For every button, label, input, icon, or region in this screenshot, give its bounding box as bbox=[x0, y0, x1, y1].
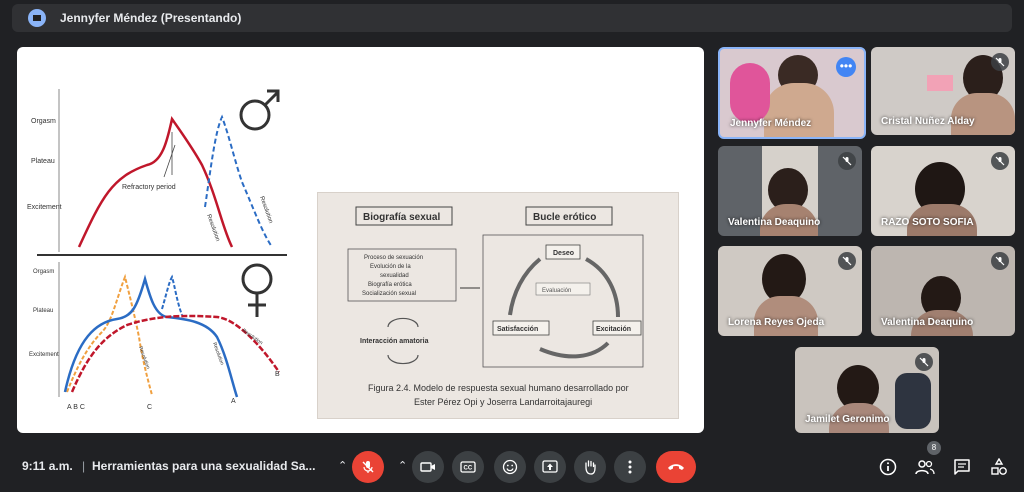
people-icon bbox=[915, 460, 935, 475]
mic-off-icon bbox=[362, 461, 374, 473]
participant-name: Jamilet Geronimo bbox=[805, 414, 890, 425]
activities-button[interactable] bbox=[987, 455, 1011, 479]
svg-text:Excitación: Excitación bbox=[596, 326, 631, 333]
presenter-title: Jennyfer Méndez (Presentando) bbox=[60, 11, 242, 25]
bucle-title: Bucle erótico bbox=[533, 212, 596, 223]
info-icon bbox=[879, 458, 897, 476]
svg-text:Biografía erótica: Biografía erótica bbox=[368, 282, 412, 288]
mic-off-icon bbox=[838, 152, 856, 170]
svg-text:Evolución de la: Evolución de la bbox=[370, 264, 411, 270]
camera-icon bbox=[420, 462, 435, 472]
activities-icon bbox=[991, 458, 1007, 475]
participants-button[interactable] bbox=[913, 455, 937, 479]
participant-name: Valentina Deaquino bbox=[728, 217, 821, 228]
participant-name: RAZO SOTO SOFIA bbox=[881, 217, 974, 228]
emoji-icon bbox=[502, 459, 518, 475]
male-resolution-label-2: Resolution bbox=[258, 196, 273, 225]
shared-screen: Orgasm Plateau Excitement Refractory per… bbox=[17, 47, 704, 433]
svg-text:Evaluación: Evaluación bbox=[542, 288, 571, 294]
svg-text:sexualidad: sexualidad bbox=[380, 273, 409, 279]
present-now-button[interactable] bbox=[534, 451, 566, 483]
participant-name: Jennyfer Méndez bbox=[730, 118, 812, 129]
participant-count-badge: 8 bbox=[927, 441, 941, 455]
present-screen-icon bbox=[542, 460, 558, 473]
book-figure-photo: Biografía sexual Proceso de sexuación Ev… bbox=[317, 192, 679, 419]
mic-off-icon bbox=[838, 252, 856, 270]
chat-icon bbox=[954, 459, 970, 475]
female-resolution-label-1: Resolution bbox=[137, 346, 151, 370]
meeting-title: Herramientas para una sexualidad Sa... bbox=[92, 459, 316, 473]
female-x-label-a: A bbox=[231, 398, 236, 405]
hand-icon bbox=[585, 460, 596, 475]
presentation-icon bbox=[28, 9, 46, 27]
control-bar: 9:11 a.m. | Herramientas para una sexual… bbox=[0, 441, 1024, 492]
male-y-label-excitement: Excitement bbox=[27, 204, 62, 211]
reactions-button[interactable] bbox=[494, 451, 526, 483]
more-options-button[interactable] bbox=[614, 451, 646, 483]
participant-tile[interactable]: ••• Jennyfer Méndez bbox=[718, 47, 866, 139]
svg-text:CC: CC bbox=[464, 466, 473, 472]
participant-tile[interactable]: Cristal Nuñez Alday bbox=[871, 47, 1015, 135]
female-symbol-icon bbox=[241, 263, 273, 317]
female-y-label-orgasm: Orgasm bbox=[33, 269, 54, 275]
participant-tile[interactable]: Valentina Deaquino bbox=[718, 146, 862, 236]
figure-caption-2: Ester Pérez Opi y Joserra Landarroitajau… bbox=[414, 397, 592, 407]
chevron-up-icon[interactable]: ⌃ bbox=[398, 459, 407, 472]
svg-text:Deseo: Deseo bbox=[553, 250, 574, 257]
meeting-details-button[interactable] bbox=[876, 455, 900, 479]
mic-off-icon bbox=[991, 53, 1009, 71]
mic-toggle-button[interactable] bbox=[352, 451, 384, 483]
biografia-title: Biografía sexual bbox=[363, 212, 440, 223]
mic-off-icon bbox=[915, 353, 933, 371]
camera-toggle-button[interactable] bbox=[412, 451, 444, 483]
female-x-label-b: B bbox=[275, 371, 280, 378]
captions-button[interactable]: CC bbox=[452, 451, 484, 483]
male-resolution-label-1: Resolution bbox=[205, 214, 220, 243]
participant-name: Valentina Deaquino bbox=[881, 317, 974, 328]
chat-button[interactable] bbox=[950, 455, 974, 479]
meeting-time: 9:11 a.m. bbox=[22, 459, 73, 473]
female-x-label-c: C bbox=[147, 404, 152, 411]
participant-tile[interactable]: Valentina Deaquino bbox=[871, 246, 1015, 336]
figure-caption-1: Figura 2.4. Modelo de respuesta sexual h… bbox=[368, 383, 629, 393]
svg-text:Socialización sexual: Socialización sexual bbox=[362, 291, 416, 297]
svg-text:Satisfacción: Satisfacción bbox=[497, 326, 538, 333]
interaccion-label: Interacción amatoria bbox=[360, 338, 429, 345]
more-vert-icon bbox=[628, 460, 632, 474]
mic-off-icon bbox=[991, 252, 1009, 270]
male-refractory-label: Refractory period bbox=[122, 184, 176, 191]
participant-tile[interactable]: Jamilet Geronimo bbox=[795, 347, 939, 433]
svg-text:Proceso de sexuación: Proceso de sexuación bbox=[364, 255, 423, 261]
mic-off-icon bbox=[991, 152, 1009, 170]
leave-call-button[interactable] bbox=[656, 451, 696, 483]
hang-up-icon bbox=[668, 464, 684, 470]
female-y-label-plateau: Plateau bbox=[33, 308, 53, 314]
participant-name: Lorena Reyes Ojeda bbox=[728, 317, 825, 328]
female-y-label-excitement: Excitement bbox=[29, 352, 59, 358]
participant-name: Cristal Nuñez Alday bbox=[881, 116, 975, 127]
female-x-label-abc: A B C bbox=[67, 404, 85, 411]
participant-tile[interactable]: RAZO SOTO SOFIA bbox=[871, 146, 1015, 236]
presenting-bar: Jennyfer Méndez (Presentando) bbox=[12, 4, 1012, 32]
title-separator: | bbox=[82, 459, 86, 473]
male-y-label-orgasm: Orgasm bbox=[31, 118, 56, 125]
male-y-label-plateau: Plateau bbox=[31, 158, 55, 165]
female-resolution-label-3: Resolution bbox=[241, 328, 264, 347]
participant-tile[interactable]: Lorena Reyes Ojeda bbox=[718, 246, 862, 336]
captions-icon: CC bbox=[460, 461, 476, 473]
male-symbol-icon bbox=[239, 89, 280, 131]
raise-hand-button[interactable] bbox=[574, 451, 606, 483]
more-options-icon[interactable]: ••• bbox=[836, 57, 856, 77]
chevron-up-icon[interactable]: ⌃ bbox=[338, 459, 347, 472]
